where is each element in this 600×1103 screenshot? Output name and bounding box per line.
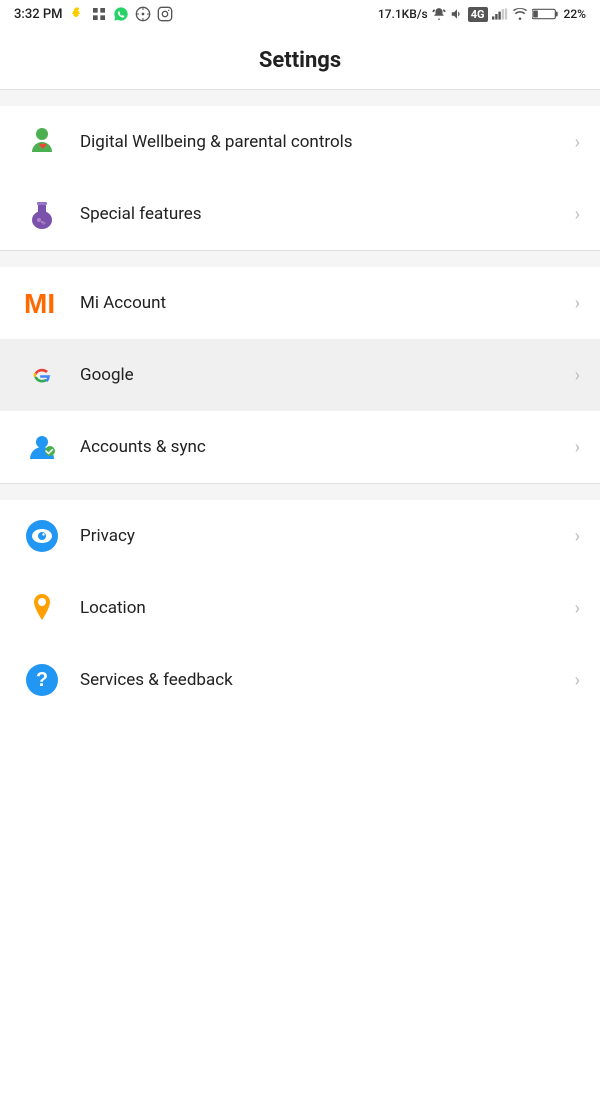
battery-percent: 22% xyxy=(564,7,586,21)
network-speed: 17.1KB/s xyxy=(378,7,428,21)
status-bar: 3:32 PM 17.1KB/s 4G 22% xyxy=(0,0,600,28)
status-left: 3:32 PM xyxy=(14,6,173,22)
services-feedback-icon: ? xyxy=(20,658,64,702)
section-gap-2 xyxy=(0,251,600,267)
services-feedback-chevron: › xyxy=(575,670,580,691)
alarm-icon xyxy=(432,7,446,21)
services-feedback-label: Services & feedback xyxy=(80,669,567,691)
location-label: Location xyxy=(80,597,567,619)
vol-icon xyxy=(450,7,464,21)
accounts-sync-item[interactable]: Accounts & sync › xyxy=(0,411,600,483)
section-1: Digital Wellbeing & parental controls › … xyxy=(0,106,600,250)
section-2: MI Mi Account › Google › xyxy=(0,267,600,483)
mi-account-chevron: › xyxy=(575,293,580,314)
accounts-sync-chevron: › xyxy=(575,437,580,458)
mi-account-item[interactable]: MI Mi Account › xyxy=(0,267,600,339)
section-gap-top xyxy=(0,90,600,106)
privacy-icon xyxy=(20,514,64,558)
section-gap-3 xyxy=(0,484,600,500)
status-time: 3:32 PM xyxy=(14,7,63,22)
compass-icon xyxy=(135,6,151,22)
special-features-chevron: › xyxy=(575,204,580,225)
digital-wellbeing-icon xyxy=(20,120,64,164)
snapchat-icon xyxy=(69,6,85,22)
digital-wellbeing-label: Digital Wellbeing & parental controls xyxy=(80,131,567,153)
svg-text:MI: MI xyxy=(24,288,55,319)
privacy-label: Privacy xyxy=(80,525,567,547)
digital-wellbeing-item[interactable]: Digital Wellbeing & parental controls › xyxy=(0,106,600,178)
special-features-item[interactable]: Special features › xyxy=(0,178,600,250)
google-icon xyxy=(20,353,64,397)
privacy-chevron: › xyxy=(575,526,580,547)
special-features-icon xyxy=(20,192,64,236)
battery-icon xyxy=(532,7,560,21)
services-feedback-item[interactable]: ? Services & feedback › xyxy=(0,644,600,716)
whatsapp-icon xyxy=(113,6,129,22)
location-icon xyxy=(20,586,64,630)
network-type: 4G xyxy=(468,7,488,22)
location-chevron: › xyxy=(575,598,580,619)
location-item[interactable]: Location › xyxy=(0,572,600,644)
google-label: Google xyxy=(80,364,567,386)
mi-account-icon: MI xyxy=(20,281,64,325)
section-3: Privacy › Location › ? Services & feedba… xyxy=(0,500,600,716)
svg-text:?: ? xyxy=(36,669,48,691)
accounts-sync-label: Accounts & sync xyxy=(80,436,567,458)
page-title: Settings xyxy=(0,28,600,89)
wifi-icon xyxy=(512,7,528,21)
status-right: 17.1KB/s 4G 22% xyxy=(378,7,586,22)
instagram-icon xyxy=(157,6,173,22)
privacy-item[interactable]: Privacy › xyxy=(0,500,600,572)
google-item[interactable]: Google › xyxy=(0,339,600,411)
special-features-label: Special features xyxy=(80,203,567,225)
mi-account-label: Mi Account xyxy=(80,292,567,314)
google-chevron: › xyxy=(575,365,580,386)
signal-icon xyxy=(492,7,508,21)
grid-icon xyxy=(91,6,107,22)
digital-wellbeing-chevron: › xyxy=(575,132,580,153)
accounts-sync-icon xyxy=(20,425,64,469)
